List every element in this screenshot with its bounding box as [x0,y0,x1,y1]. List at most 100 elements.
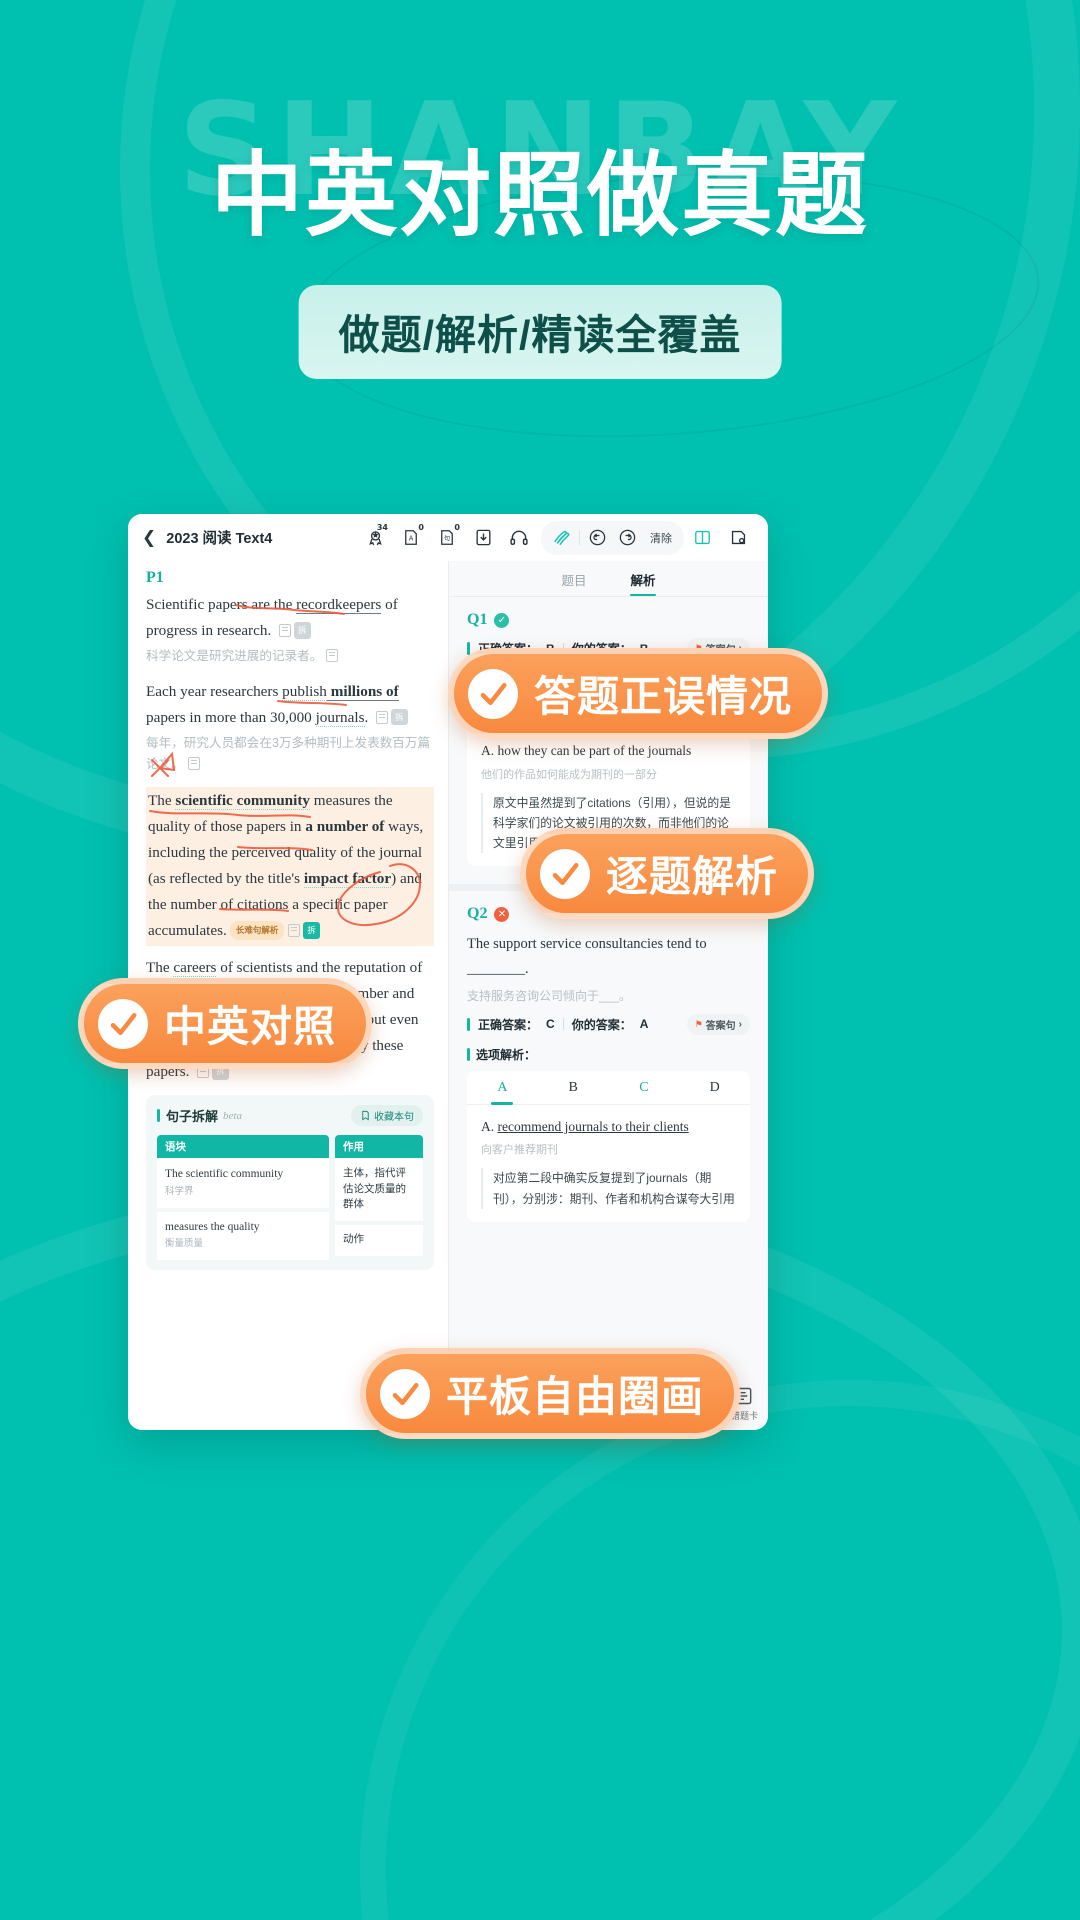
parse-cell-chunk-1: The scientific community 科学界 [157,1159,329,1208]
medal-icon[interactable]: 34 [357,523,393,553]
lp-t3: of scientists and the [216,958,345,976]
check-circle-icon [98,998,148,1049]
q1-option-zh: 他们的作品如何能成为期刊的一部分 [481,768,657,781]
parse-cell-chunk-2: measures the quality 衡量质量 [157,1211,329,1261]
q2-option-en: A. recommend journals to their clients [481,1116,736,1138]
document-title: 2023 阅读 Text4 [166,531,273,547]
bookmark-icon [362,1111,369,1121]
chinese-translation: 每年，研究人员都会在3万多种期刊上发表数百万篇论文。 [146,733,434,776]
chunk-zh-2: 衡量质量 [165,1238,204,1250]
hs-t2: scientific community [175,791,310,810]
annotation-pill-bilingual: 中英对照 [78,978,373,1069]
q2-answer-sentence-button[interactable]: ⚑ 答案句 › [686,1013,750,1035]
accent-bar [467,1047,470,1061]
annotation-label: 平板自由圈画 [446,1373,705,1420]
q2-option-tab-c[interactable]: C [609,1071,680,1104]
q2-options-label: 选项解析： [467,1046,750,1063]
hs-t1: The [148,791,176,809]
parse-chip[interactable]: 拆 [294,622,311,639]
english-paragraph: Each year researchers publish millions o… [146,679,434,731]
page-title: 中英对照做真题 [210,145,869,247]
para-text-marked: recordkeepers [296,596,382,614]
english-paragraph: Scientific papers are the recordkeepers … [146,592,434,644]
highlighted-sentence: The scientific community measures the qu… [146,786,434,946]
para-text-pre: Each year researchers [146,682,283,700]
clear-ink-button[interactable]: 清除 [642,530,680,546]
chunk-en-2: measures the quality [165,1220,260,1233]
q1-option-text: how they can be part of the journals [497,743,692,758]
q2-id: Q2 [467,905,488,923]
divider [562,1018,564,1031]
para-text-post: papers in more than 30,000 [146,708,316,726]
accent-bar [467,642,470,655]
note-save-icon[interactable] [720,523,756,553]
q2-correct-value: C [546,1017,555,1032]
copy-icon[interactable] [288,924,301,938]
q2-option-body: A. recommend journals to their clients 向… [467,1105,750,1222]
headphones-icon[interactable] [501,523,537,553]
copy-icon[interactable] [326,649,339,663]
sentence-doc-icon[interactable]: 句 0 [429,523,465,553]
back-icon[interactable]: ❮ [142,529,156,546]
translate-count-badge: 0 [418,522,424,532]
q2-option-text: recommend journals to their clients [497,1118,689,1134]
para-word-dotted-2: journals [315,708,365,727]
parse-col-role: 作用 主体，指代评估论文质量的群体 动作 [335,1135,423,1260]
parse-card-title: 句子拆解 [166,1109,219,1125]
download-icon[interactable] [465,523,501,553]
page-subtitle: 做题/解析/精读全覆盖 [298,285,782,379]
sentence-count-badge: 0 [454,522,460,532]
accent-bar [157,1109,160,1123]
para-text-pre: Scientific papers are the [146,596,297,613]
copy-icon[interactable] [279,624,292,638]
favorite-sentence-button[interactable]: 收藏本句 [351,1105,423,1127]
paragraph-label: P1 [146,569,164,586]
chinese-translation: 科学论文是研究进展的记录者。 [146,646,434,667]
cross-mark-icon: ✕ [494,906,510,922]
check-circle-icon [380,1368,430,1419]
parse-table: 语块 The scientific community 科学界 measures… [157,1135,423,1261]
copy-icon[interactable] [187,757,200,771]
q2-answer-row: 正确答案： C 你的答案： A ⚑ 答案句 › [467,1013,750,1035]
redo-icon[interactable] [612,523,642,553]
chunk-en-1: The scientific community [165,1168,284,1181]
copy-icon[interactable] [376,710,389,724]
annotation-label: 答题正误情况 [534,673,793,720]
q2-option-tabs: A B C D [467,1071,750,1105]
q1-option-en: A. how they can be part of the journals [481,740,736,762]
question-block-q2: Q2 ✕ The support service consultancies t… [449,891,768,1225]
parse-chip-active[interactable]: 拆 [303,922,320,940]
tab-analysis[interactable]: 解析 [631,570,656,596]
long-sentence-chip[interactable]: 长难句解析 [229,921,285,941]
translate-doc-icon[interactable]: A 0 [393,523,429,553]
q2-option-tab-d[interactable]: D [679,1071,750,1104]
zh-text: 科学论文是研究进展的记录者。 [146,649,323,664]
q2-option-tab-b[interactable]: B [538,1071,609,1104]
parse-card-header: 句子拆解 beta 收藏本句 [157,1105,423,1127]
undo-icon[interactable] [582,523,612,553]
flag-icon: ⚑ [694,1018,703,1029]
lp-t2: careers [173,958,217,977]
parse-chip[interactable]: 拆 [391,708,408,726]
check-mark-icon: ✓ [494,612,510,628]
toolbar-icon-group: 34 A 0 句 0 清除 [357,520,756,555]
q2-your-label: 你的答案： [571,1017,632,1032]
q1-option-letter: A. [481,743,495,758]
ink-tool-group: 清除 [541,520,684,555]
toolbar-divider [579,530,580,545]
lp-t4: reputation [344,958,406,976]
annotation-pill-per-question-analysis: 逐题解析 [520,828,815,919]
q1-header: Q1 ✓ [467,611,750,629]
highlighter-pen-icon[interactable] [545,523,577,553]
q2-option-tab-a[interactable]: A [467,1071,538,1104]
svg-text:A: A [409,535,414,543]
tab-questions[interactable]: 题目 [561,570,586,596]
accent-bar [467,1017,470,1031]
beta-tag: beta [223,1109,242,1122]
split-view-icon[interactable] [684,523,720,553]
q2-option-card: A B C D A. recommend journals to their c… [467,1070,750,1222]
chunk-zh-1: 科学界 [165,1186,194,1197]
check-circle-icon [468,668,518,719]
para-word-bold: millions of [326,682,399,701]
check-circle-icon [540,848,590,899]
